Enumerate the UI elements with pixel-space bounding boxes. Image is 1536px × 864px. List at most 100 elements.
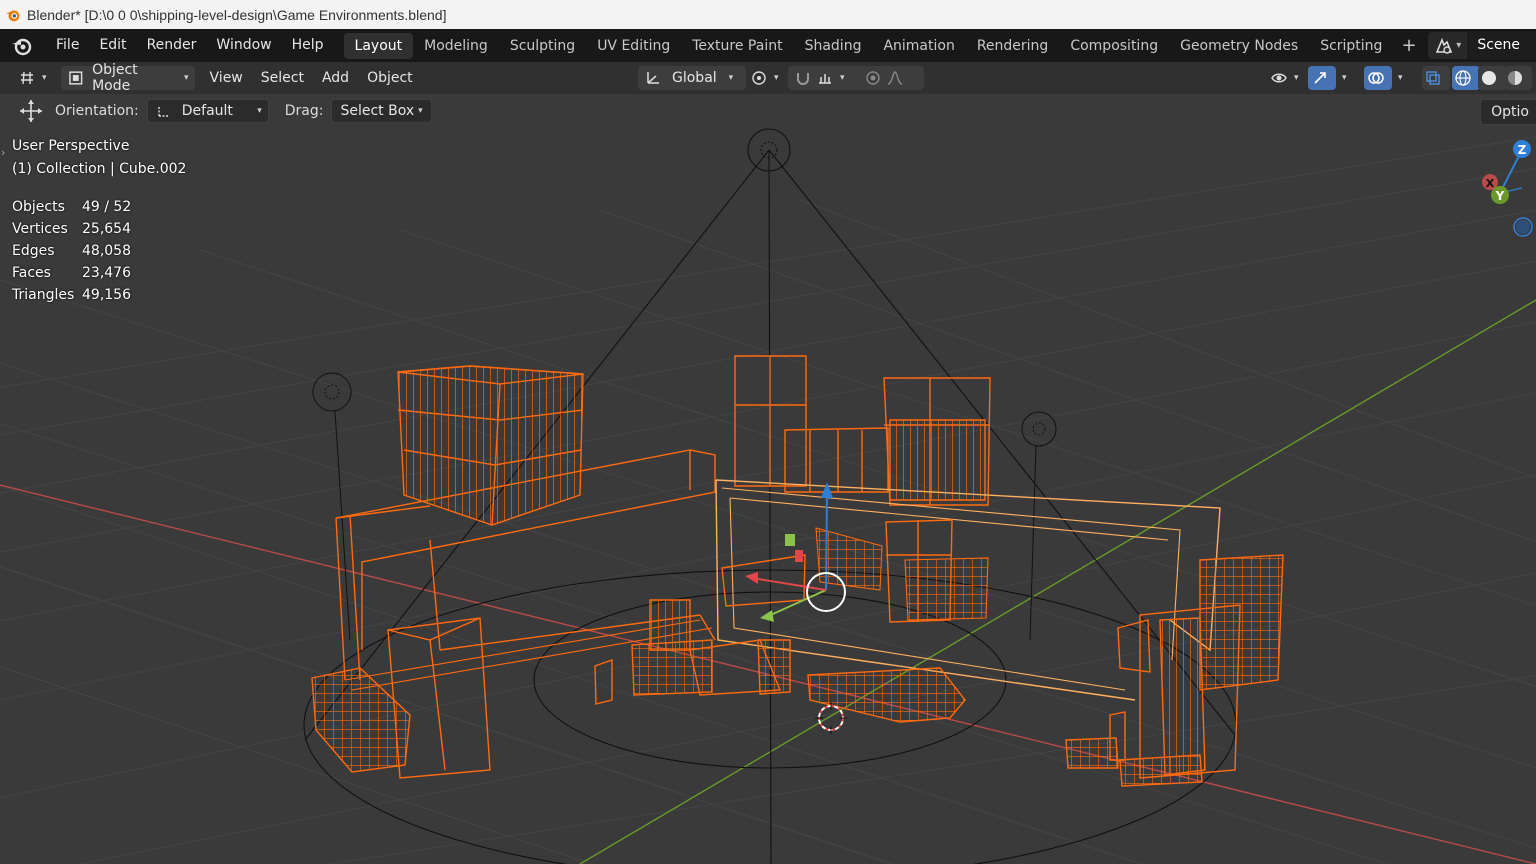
shading-material-button[interactable] — [1504, 66, 1532, 90]
view-name: User Perspective — [12, 138, 130, 154]
tab-animation[interactable]: Animation — [872, 33, 965, 59]
orientation-label: Orientation: — [55, 103, 139, 119]
menu-view[interactable]: View — [201, 70, 252, 86]
scene-selector[interactable]: ▾ Scene — [1428, 32, 1536, 59]
tab-texture-paint[interactable]: Texture Paint — [681, 33, 793, 59]
tool-options-bar: Orientation: Default ▾ Drag: Select Box … — [0, 94, 1536, 128]
viewport-header: ▾ Object Mode ▾ View Select Add Object G… — [0, 62, 1536, 94]
stat-value: 49 / 52 — [82, 199, 132, 215]
menu-help[interactable]: Help — [282, 29, 334, 62]
solid-sphere-icon — [1482, 71, 1496, 85]
blender-menu-icon[interactable] — [10, 34, 34, 58]
tab-scripting[interactable]: Scripting — [1309, 33, 1393, 59]
magnet-icon — [797, 73, 809, 85]
stat-row: Edges 48,058 — [12, 240, 131, 262]
eye-icon — [1271, 73, 1287, 83]
pivot-icon — [752, 71, 766, 85]
wireframe-sphere-icon — [1455, 70, 1471, 86]
chevron-down-icon[interactable]: ▾ — [1342, 73, 1347, 83]
stat-row: Faces 23,476 — [12, 262, 131, 284]
stat-label: Triangles — [12, 287, 75, 303]
stat-label: Objects — [12, 199, 65, 215]
visibility-button[interactable]: ▾ — [1264, 66, 1305, 90]
proportional-editing-toggle[interactable] — [858, 66, 924, 90]
chevron-down-icon: ▾ — [257, 106, 262, 116]
gizmo-toggle[interactable] — [1308, 66, 1336, 90]
window-title: Blender* [D:\0 0 0\shipping-level-design… — [27, 6, 447, 23]
xray-toggle[interactable] — [1422, 66, 1450, 90]
shading-solid-button[interactable] — [1478, 66, 1506, 90]
menu-object[interactable]: Object — [358, 70, 422, 86]
menu-window[interactable]: Window — [206, 29, 281, 62]
menu-select[interactable]: Select — [252, 70, 313, 86]
editor-type-button[interactable]: ▾ — [12, 66, 53, 90]
pivot-point-button[interactable]: ▾ — [744, 66, 785, 90]
gizmo-z-label: Z — [1518, 143, 1527, 157]
snapping-toggle[interactable]: ▾ — [788, 66, 862, 90]
material-sphere-icon — [1508, 71, 1522, 85]
chevron-down-icon: ▾ — [1456, 40, 1462, 51]
tab-compositing[interactable]: Compositing — [1059, 33, 1169, 59]
gizmo-x-label: X — [1486, 177, 1495, 190]
workspace-tabs: Layout Modeling Sculpting UV Editing Tex… — [343, 29, 1425, 62]
drag-label: Drag: — [284, 103, 324, 119]
menu-render[interactable]: Render — [137, 29, 207, 62]
orientation-axes-icon — [647, 72, 659, 84]
tab-shading[interactable]: Shading — [794, 33, 873, 59]
gizmo-icon — [1314, 72, 1326, 84]
stat-row: Triangles 49,156 — [12, 284, 131, 306]
sidebar-expand-icon[interactable]: › — [1, 146, 5, 159]
orientation-axes-icon — [158, 106, 168, 117]
snap-increment-icon — [819, 74, 831, 84]
stat-label: Faces — [12, 265, 51, 281]
top-bar: File Edit Render Window Help Layout Mode… — [0, 29, 1536, 62]
stat-value: 48,058 — [82, 243, 131, 259]
orientation-label: Global — [672, 70, 717, 86]
orientation-dropdown[interactable]: Default ▾ — [146, 99, 269, 123]
mode-label: Object Mode — [92, 62, 138, 94]
chevron-down-icon: ▾ — [1294, 73, 1299, 83]
menu-file[interactable]: File — [46, 29, 89, 62]
transform-orientation-selector[interactable]: Global ▾ — [638, 66, 746, 90]
options-button[interactable]: Optio — [1480, 99, 1536, 125]
move-tool-icon[interactable] — [18, 98, 44, 124]
menu-edit[interactable]: Edit — [89, 29, 136, 62]
tab-rendering[interactable]: Rendering — [966, 33, 1060, 59]
stat-label: Edges — [12, 243, 55, 259]
stat-value: 49,156 — [82, 287, 131, 303]
chevron-down-icon: ▾ — [840, 73, 845, 83]
overlays-icon — [1368, 72, 1384, 84]
shading-wireframe-button[interactable] — [1452, 66, 1480, 90]
tab-layout[interactable]: Layout — [343, 32, 414, 59]
3d-viewport[interactable]: Z X Y — [0, 128, 1536, 864]
stat-row: Vertices 25,654 — [12, 218, 131, 240]
tab-geometry-nodes[interactable]: Geometry Nodes — [1169, 33, 1309, 59]
scene-statistics: Objects 49 / 52 Vertices 25,654 Edges 48,05… — [12, 196, 131, 306]
add-workspace-button[interactable]: + — [1393, 35, 1424, 56]
proportional-icon — [866, 71, 880, 85]
object-mode-icon — [68, 71, 82, 85]
chevron-down-icon: ▾ — [774, 73, 779, 83]
active-context: (1) Collection | Cube.002 — [12, 161, 187, 177]
overlays-toggle[interactable] — [1364, 66, 1392, 90]
chevron-down-icon: ▾ — [728, 73, 734, 83]
stat-value: 25,654 — [82, 221, 131, 237]
scene-name[interactable]: Scene — [1467, 32, 1536, 59]
mode-selector[interactable]: Object Mode ▾ — [60, 62, 195, 94]
xray-icon — [1426, 71, 1440, 85]
chevron-down-icon: ▾ — [184, 73, 189, 83]
blender-logo-icon — [5, 10, 20, 21]
stat-label: Vertices — [12, 221, 68, 237]
tab-modeling[interactable]: Modeling — [413, 33, 499, 59]
menu-add[interactable]: Add — [313, 70, 358, 86]
3d-viewport-icon — [21, 71, 33, 85]
tab-uv-editing[interactable]: UV Editing — [586, 33, 681, 59]
orientation-value: Default — [181, 103, 233, 119]
tab-sculpting[interactable]: Sculpting — [499, 33, 586, 59]
drag-dropdown[interactable]: Select Box ▾ — [331, 99, 432, 123]
falloff-curve-icon — [887, 71, 903, 85]
window-titlebar: Blender* [D:\0 0 0\shipping-level-design… — [0, 0, 1536, 29]
scene-icon — [1436, 37, 1453, 54]
chevron-down-icon: ▾ — [418, 106, 423, 116]
chevron-down-icon[interactable]: ▾ — [1398, 73, 1403, 83]
